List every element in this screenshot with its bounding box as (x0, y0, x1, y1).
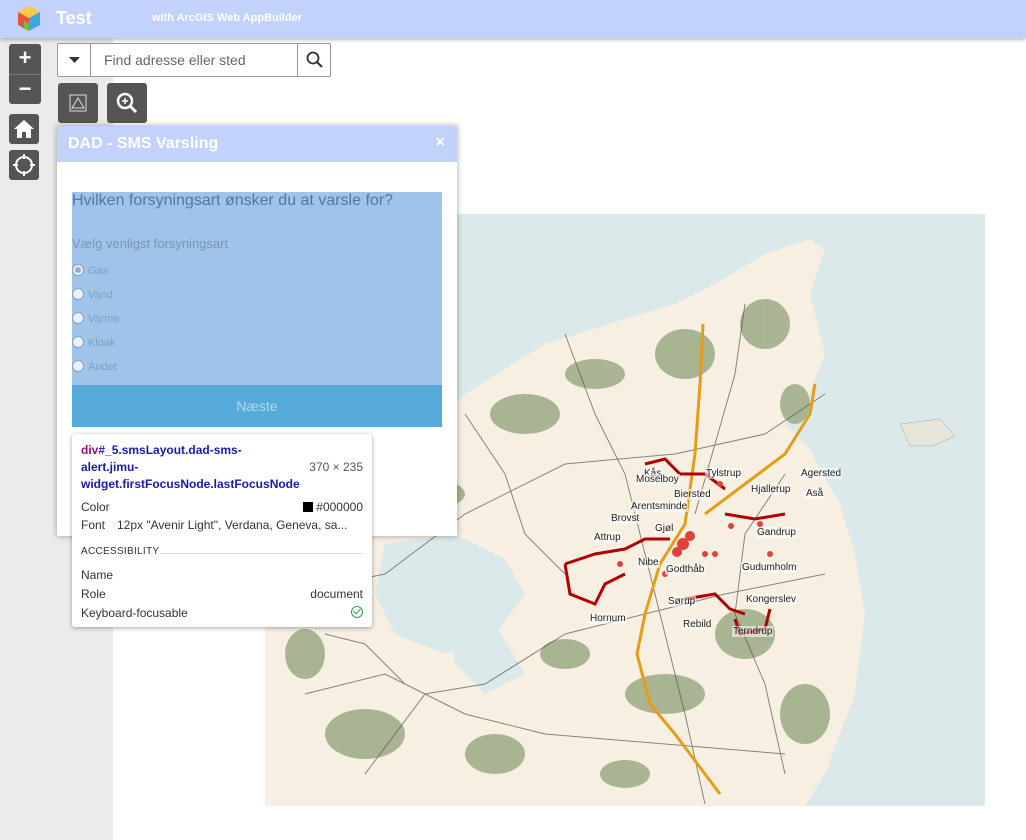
app-logo-icon (18, 6, 40, 31)
radio-option-kloak[interactable]: Kloak (72, 336, 116, 349)
map-label: Hornum (589, 613, 627, 624)
close-icon[interactable]: × (436, 134, 445, 152)
panel-title: DAD - SMS Varsling (68, 135, 219, 152)
map-label: Rebild (682, 619, 713, 630)
map-label: Terndrup (732, 626, 774, 637)
sms-layout: Hvilken forsyningsart ønsker du at varsl… (72, 192, 442, 427)
search-icon (306, 51, 323, 68)
radio-button[interactable] (72, 360, 84, 372)
map-label: Attrup (593, 532, 622, 543)
radio-option-gas[interactable]: Gas (72, 264, 108, 277)
search-input[interactable] (92, 44, 297, 76)
radio-option-varme[interactable]: Varme (72, 312, 120, 325)
app-header: Test with ArcGIS Web AppBuilder (0, 0, 1026, 38)
radio-button[interactable] (72, 288, 84, 300)
inspector-role-row: Role document (81, 587, 363, 601)
inspector-selector: div#_5.smsLayout.dad-sms-alert.jimu-widg… (81, 442, 300, 493)
zoom-widget-button[interactable] (107, 83, 147, 123)
check-circle-icon (351, 606, 363, 618)
radio-button[interactable] (72, 264, 84, 276)
inspector-color-label: Color (81, 500, 110, 514)
map-label: Gudumholm (741, 562, 798, 573)
inspector-name-label: Name (81, 568, 114, 582)
inspector-font-label: Font (81, 518, 106, 532)
home-icon (14, 120, 34, 138)
map-label: Gandrup (756, 527, 797, 538)
inspector-keyboard-label: Keyboard-focusable (81, 606, 188, 620)
map-label: Moselboy (635, 474, 680, 485)
next-button[interactable]: Næste (72, 385, 442, 427)
map-label: Hjallerup (750, 484, 792, 495)
inspector-color-value-wrap: #000000 (303, 500, 363, 514)
sms-alert-widget-button[interactable] (58, 83, 98, 123)
inspector-role-value: document (310, 587, 363, 601)
radio-option-vand[interactable]: Vand (72, 288, 113, 301)
inspector-keyboard-row: Keyboard-focusable (81, 606, 363, 620)
zoom-out-button[interactable]: − (9, 74, 41, 104)
map-label: Brovst (610, 513, 641, 524)
search-bar (57, 43, 331, 77)
map-label: Nibe (637, 557, 660, 568)
radio-label: Andet (88, 361, 117, 373)
radio-label: Kloak (88, 337, 116, 349)
map-label: Kongerslev (745, 594, 798, 605)
inspector-name-row: Name (81, 568, 363, 582)
radio-label: Vand (88, 289, 113, 301)
inspector-color-value: #000000 (316, 500, 363, 514)
radio-label: Gas (88, 265, 109, 277)
map-label: Biersted (673, 489, 712, 500)
radio-label: Varme (88, 313, 120, 325)
inspector-selector-rest: #_5.smsLayout.dad-sms-alert.jimu-widget.… (81, 443, 300, 491)
inspector-font-row: Font 12px "Avenir Light", Verdana, Genev… (81, 518, 363, 532)
radio-option-andet[interactable]: Andet (72, 360, 117, 373)
radio-button[interactable] (72, 336, 84, 348)
map-label: Aså (805, 488, 825, 499)
zoom-in-button[interactable]: + (9, 44, 41, 74)
panel-header: DAD - SMS Varsling × (57, 126, 457, 162)
zoom-control: + − (9, 44, 41, 104)
sms-question: Hvilken forsyningsart ønsker du at varsl… (72, 192, 394, 209)
locate-button[interactable] (9, 150, 39, 180)
inspector-tag: div (81, 443, 99, 457)
radio-button[interactable] (72, 312, 84, 324)
map-label: Arentsminde (630, 501, 689, 512)
app-title: Test (56, 8, 92, 28)
map-label: Agersted (800, 468, 843, 479)
map-label: Sørup (667, 596, 697, 607)
inspector-font-value: 12px "Avenir Light", Verdana, Geneva, sa… (117, 518, 348, 532)
app-subtitle: with ArcGIS Web AppBuilder (152, 12, 302, 24)
inspector-color-row: Color #000000 (81, 500, 363, 514)
inspector-tooltip: div#_5.smsLayout.dad-sms-alert.jimu-widg… (72, 434, 372, 627)
color-swatch (303, 502, 314, 512)
sms-subtitle: Vælg venligst forsyningsart (72, 236, 229, 251)
home-button[interactable] (9, 114, 39, 144)
inspector-accessibility-heading: ACCESSIBILITY (81, 546, 160, 557)
search-button[interactable] (297, 44, 330, 76)
inspector-role-label: Role (81, 587, 106, 601)
locate-icon (13, 154, 35, 176)
search-source-dropdown[interactable] (58, 44, 91, 76)
caret-down-icon (69, 57, 80, 63)
map-label: Godthåb (665, 564, 706, 575)
inspector-size: 370 × 235 (309, 460, 363, 474)
divider (160, 553, 363, 554)
map-label: Gjøl (654, 523, 675, 534)
warning-triangle-icon (69, 94, 87, 112)
magnifier-zoom-icon (116, 92, 138, 114)
map-label: Tylstrup (705, 468, 743, 479)
